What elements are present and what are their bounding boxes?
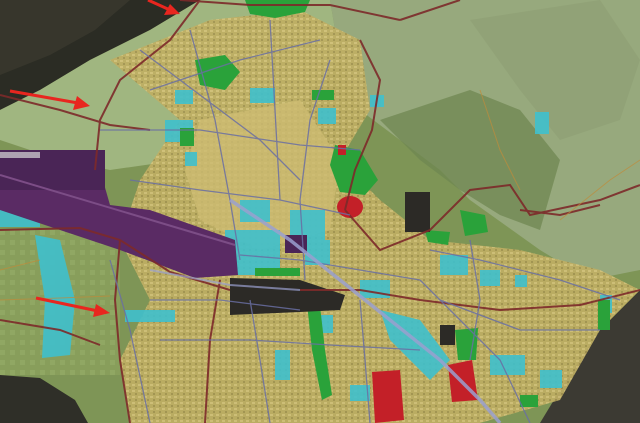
map-canvas	[0, 0, 640, 423]
airport-apron-white	[0, 152, 40, 158]
map-view[interactable]	[0, 0, 640, 423]
